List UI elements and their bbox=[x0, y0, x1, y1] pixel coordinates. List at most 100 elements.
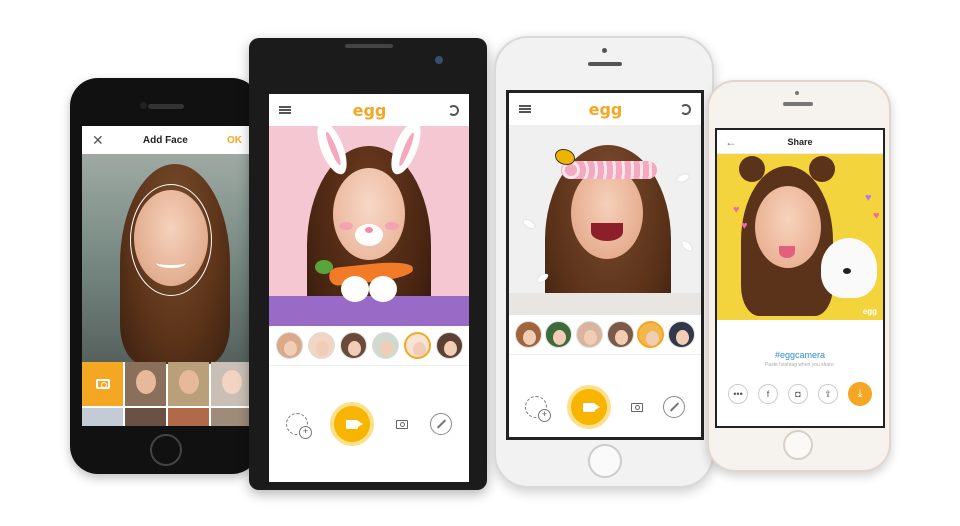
home-button[interactable] bbox=[783, 430, 813, 460]
sticker-item[interactable] bbox=[371, 332, 399, 359]
camera-icon bbox=[95, 379, 110, 389]
home-button[interactable] bbox=[150, 434, 182, 466]
egg-watermark: egg bbox=[862, 307, 877, 316]
bunny-paw bbox=[369, 276, 397, 302]
camera-preview bbox=[509, 125, 701, 315]
face-photo bbox=[82, 154, 252, 364]
sticker-item-selected[interactable] bbox=[403, 332, 431, 359]
arrow-left-icon[interactable]: ← bbox=[725, 135, 737, 149]
speaker bbox=[345, 44, 393, 48]
add-face-icon[interactable] bbox=[525, 396, 551, 422]
photo-camera-icon[interactable] bbox=[631, 402, 643, 412]
photo-thumbnail[interactable] bbox=[211, 362, 252, 406]
menu-icon[interactable] bbox=[519, 105, 531, 113]
sticker-item-selected[interactable] bbox=[637, 321, 665, 348]
sticker-item[interactable] bbox=[435, 332, 463, 359]
hashtag-hint: Paste hashtag when you share. bbox=[764, 362, 836, 368]
add-face-screen: ✕ Add Face OK bbox=[82, 126, 252, 426]
instagram-icon[interactable]: ◘ bbox=[788, 384, 808, 404]
puppy-nose bbox=[843, 268, 851, 274]
sticker-item[interactable] bbox=[576, 321, 604, 348]
magic-wand-icon[interactable] bbox=[663, 396, 685, 418]
home-button[interactable] bbox=[588, 444, 622, 478]
face-detection-oval[interactable] bbox=[130, 184, 212, 296]
photo-thumbnail[interactable] bbox=[125, 408, 166, 426]
app-header: egg bbox=[269, 94, 469, 126]
sticker-item[interactable] bbox=[339, 332, 367, 359]
app-logo: egg bbox=[352, 100, 387, 120]
sticker-item[interactable] bbox=[545, 321, 573, 348]
line-icon[interactable]: ••• bbox=[728, 384, 748, 404]
facebook-icon[interactable]: f bbox=[758, 384, 778, 404]
magic-wand-icon[interactable] bbox=[430, 413, 452, 435]
sticker-item[interactable] bbox=[275, 332, 303, 359]
record-button[interactable] bbox=[567, 385, 611, 429]
sticker-item[interactable] bbox=[514, 321, 542, 348]
flower-crown bbox=[561, 161, 657, 179]
sticker-item[interactable] bbox=[307, 332, 335, 359]
shared-photo: ♥ ♥ ♥ ♥ egg bbox=[717, 154, 883, 320]
petal bbox=[680, 239, 694, 253]
face bbox=[333, 168, 405, 260]
heart-icon: ♥ bbox=[733, 204, 740, 216]
phone-bunny-filter: egg bbox=[249, 38, 487, 490]
page-title: Add Face bbox=[142, 134, 188, 146]
shirt bbox=[269, 296, 469, 326]
heart-icon: ♥ bbox=[873, 210, 880, 222]
petal bbox=[676, 173, 690, 183]
photo-thumbnail[interactable] bbox=[168, 408, 209, 426]
record-button[interactable] bbox=[330, 402, 374, 446]
add-face-header: ✕ Add Face OK bbox=[82, 126, 252, 154]
front-camera bbox=[795, 91, 799, 95]
earpiece bbox=[783, 102, 813, 106]
phone-add-face: ✕ Add Face OK bbox=[70, 78, 260, 474]
mouth bbox=[591, 223, 623, 241]
camera-button[interactable] bbox=[82, 362, 123, 406]
photo-thumbnail[interactable] bbox=[211, 408, 252, 426]
share-icon[interactable]: ⇪ bbox=[818, 384, 838, 404]
app-header: egg bbox=[509, 93, 701, 125]
earpiece bbox=[148, 104, 184, 109]
sticker-item[interactable] bbox=[606, 321, 634, 348]
photo-camera-icon[interactable] bbox=[396, 419, 408, 429]
tongue bbox=[779, 246, 795, 258]
phone-share: ← Share ♥ ♥ ♥ ♥ egg #eggcamera Paste has… bbox=[707, 80, 891, 472]
petal bbox=[522, 218, 536, 230]
heart-icon: ♥ bbox=[865, 192, 872, 204]
photo-thumbnail[interactable] bbox=[125, 362, 166, 406]
capture-controls bbox=[269, 366, 469, 482]
share-header: ← Share bbox=[717, 130, 883, 154]
photo-thumbnail[interactable] bbox=[168, 362, 209, 406]
bunny-nose bbox=[355, 224, 383, 246]
ok-button[interactable]: OK bbox=[227, 135, 242, 146]
close-icon[interactable]: ✕ bbox=[92, 132, 104, 149]
download-icon[interactable]: ⤓ bbox=[848, 382, 872, 406]
face bbox=[571, 167, 643, 259]
front-camera bbox=[602, 48, 607, 53]
front-camera bbox=[435, 56, 443, 64]
add-face-icon[interactable] bbox=[286, 413, 312, 439]
bunny-paw bbox=[341, 276, 369, 302]
share-screen: ← Share ♥ ♥ ♥ ♥ egg #eggcamera Paste has… bbox=[715, 128, 885, 428]
switch-camera-icon[interactable] bbox=[447, 104, 459, 116]
share-targets: ••• f ◘ ⇪ ⤓ bbox=[717, 368, 883, 406]
shirt bbox=[509, 293, 701, 315]
sticker-item[interactable] bbox=[668, 321, 696, 348]
photo-grid bbox=[82, 362, 252, 426]
sticker-strip bbox=[269, 326, 469, 366]
page-title: Share bbox=[787, 136, 813, 147]
hashtag-text[interactable]: #eggcamera bbox=[717, 320, 883, 360]
photo-thumbnail[interactable] bbox=[82, 408, 123, 426]
video-camera-icon bbox=[583, 402, 600, 412]
phone-flower-filter: egg bbox=[494, 36, 714, 488]
menu-icon[interactable] bbox=[279, 106, 291, 114]
app-logo: egg bbox=[588, 99, 623, 119]
sticker-strip bbox=[509, 315, 701, 355]
video-camera-icon bbox=[346, 419, 363, 429]
cheek-blush bbox=[339, 222, 353, 230]
camera-screen: egg bbox=[269, 94, 469, 482]
switch-camera-icon[interactable] bbox=[679, 103, 691, 115]
cheek-blush bbox=[385, 222, 399, 230]
camera-preview bbox=[269, 126, 469, 326]
front-camera bbox=[140, 102, 147, 109]
